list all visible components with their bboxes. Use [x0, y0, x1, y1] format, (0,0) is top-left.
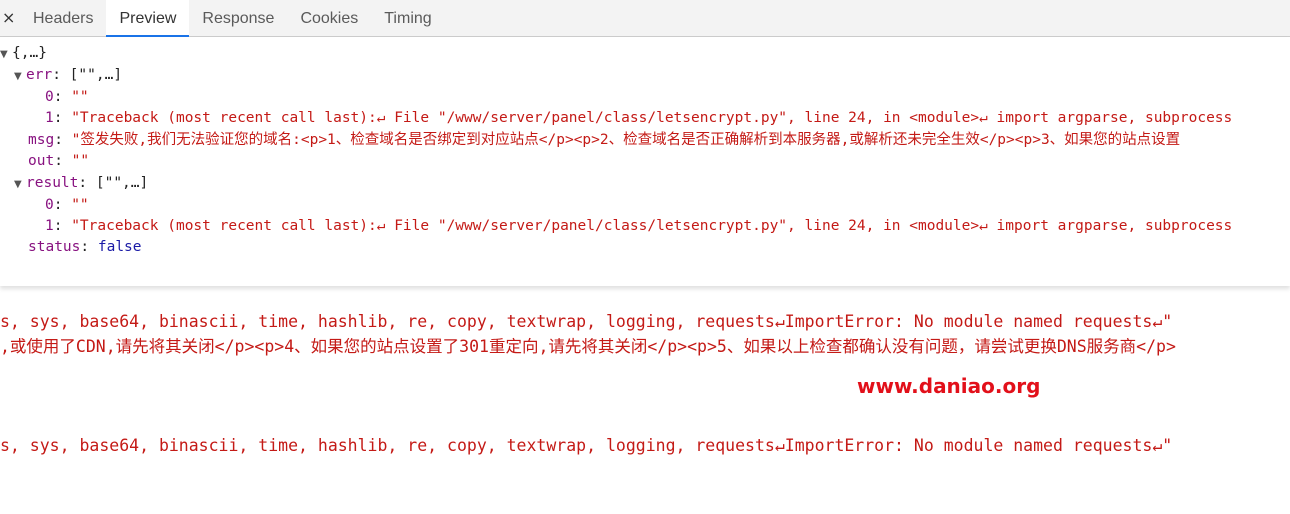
node-summary: ["",…] — [95, 175, 149, 191]
response-line-2: ,或使用了CDN,请先将其关闭</p><p>4、如果您的站点设置了301重定向,… — [0, 337, 1176, 356]
node-key: result — [26, 175, 79, 191]
tree-leaf-err-0: 0: "" — [45, 89, 89, 105]
node-key: out — [28, 153, 55, 169]
node-value: "签发失败,我们无法验证您的域名:<p>1、检查域名是否绑定到对应站点</p><… — [71, 132, 1181, 148]
tree-leaf-msg: msg: "签发失败,我们无法验证您的域名:<p>1、检查域名是否绑定到对应站点… — [28, 132, 1181, 148]
node-value: "" — [71, 89, 89, 105]
tab-cookies[interactable]: Cookies — [287, 0, 371, 37]
tree-root[interactable]: ▼ {,…} — [0, 43, 47, 64]
tree-leaf-err-1: 1: "Traceback (most recent call last):↵ … — [45, 110, 1233, 126]
root-summary: {,…} — [12, 45, 47, 61]
node-summary: ["",…] — [69, 67, 123, 83]
tree-leaf-result-0: 0: "" — [45, 197, 89, 213]
devtools-tabbar: × Headers Preview Response Cookies Timin… — [0, 0, 1290, 37]
node-value: "" — [71, 197, 89, 213]
tab-headers[interactable]: Headers — [20, 0, 106, 37]
tab-list: Headers Preview Response Cookies Timing — [20, 0, 445, 37]
watermark-text: www.daniao.org — [857, 374, 1041, 398]
node-key: msg — [28, 132, 55, 148]
tree-node-result[interactable]: ▼ result: ["",…] — [14, 173, 148, 194]
node-key: status — [28, 239, 81, 255]
node-key: err — [26, 67, 53, 83]
node-value: "" — [71, 153, 90, 169]
node-value: false — [97, 239, 142, 255]
triangle-down-icon[interactable]: ▼ — [14, 174, 26, 195]
preview-panel: ▼ {,…} ▼ err: ["",…] 0: "" 1: "Traceback (… — [0, 37, 1290, 286]
response-line-1: s, sys, base64, binascii, time, hashlib,… — [0, 312, 1173, 331]
tab-preview[interactable]: Preview — [106, 0, 190, 37]
node-index: 1 — [45, 218, 54, 234]
tree-node-err[interactable]: ▼ err: ["",…] — [14, 65, 122, 86]
tree-leaf-result-1: 1: "Traceback (most recent call last):↵ … — [45, 218, 1233, 234]
triangle-down-icon[interactable]: ▼ — [0, 44, 12, 65]
tab-timing[interactable]: Timing — [371, 0, 444, 37]
response-background: s, sys, base64, binascii, time, hashlib,… — [0, 286, 1290, 514]
tree-leaf-status: status: false — [28, 239, 142, 255]
tree-leaf-out: out: "" — [28, 153, 90, 169]
node-value: "Traceback (most recent call last):↵ Fil… — [71, 110, 1233, 126]
triangle-down-icon[interactable]: ▼ — [14, 66, 26, 87]
response-line-3: s, sys, base64, binascii, time, hashlib,… — [0, 436, 1173, 455]
node-index: 1 — [45, 110, 54, 126]
tab-response[interactable]: Response — [189, 0, 287, 37]
node-index: 0 — [45, 197, 54, 213]
node-index: 0 — [45, 89, 54, 105]
close-icon[interactable]: × — [2, 8, 15, 27]
node-value: "Traceback (most recent call last):↵ Fil… — [71, 218, 1233, 234]
